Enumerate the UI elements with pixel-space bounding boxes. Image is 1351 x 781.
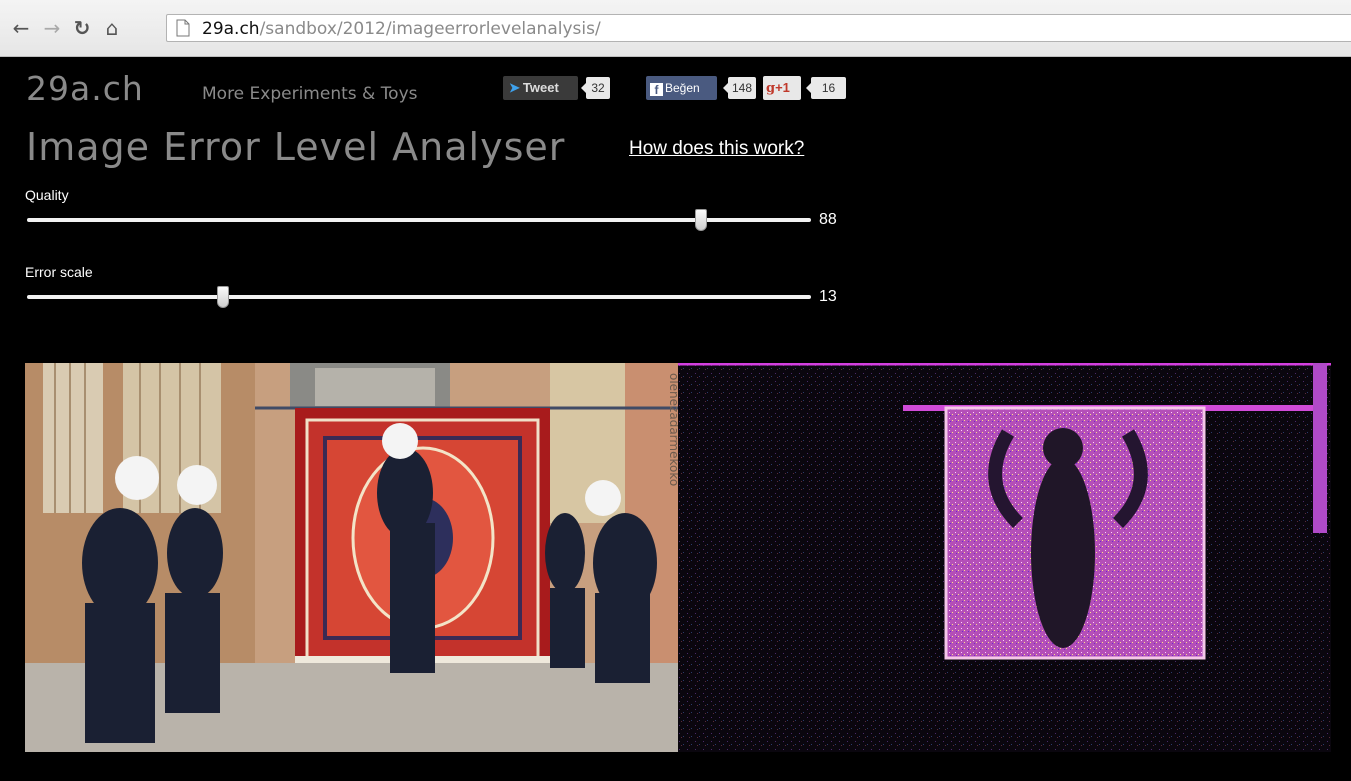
error-scale-value: 13 xyxy=(819,288,837,305)
facebook-icon: f xyxy=(650,83,663,97)
error-scale-label: Error scale xyxy=(25,264,93,280)
url-path: /sandbox/2012/imageerrorlevelanalysis/ xyxy=(259,19,601,39)
google-plus-icon: g xyxy=(766,81,776,96)
page-title: Image Error Level Analyser xyxy=(26,125,566,169)
back-arrow-icon[interactable]: ← xyxy=(9,16,33,40)
original-photo: olenezadarmekoko xyxy=(25,363,678,752)
ela-illustration xyxy=(678,363,1331,752)
forward-arrow-icon[interactable]: → xyxy=(40,16,64,40)
url-text[interactable]: 29a.ch/sandbox/2012/imageerrorlevelanaly… xyxy=(202,19,601,39)
twitter-bird-icon: ➤ xyxy=(509,80,520,95)
photo-watermark: olenezadarmekoko xyxy=(667,373,678,486)
quality-value: 88 xyxy=(819,211,837,228)
url-host: 29a.ch xyxy=(202,19,260,39)
quality-label: Quality xyxy=(25,187,69,203)
quality-slider[interactable] xyxy=(27,209,811,231)
how-does-this-work-link[interactable]: How does this work? xyxy=(629,138,804,160)
photo-illustration: olenezadarmekoko xyxy=(25,363,678,752)
gplus-label: +1 xyxy=(775,80,790,95)
tweet-count: 32 xyxy=(581,77,610,99)
address-bar[interactable]: 29a.ch/sandbox/2012/imageerrorlevelanaly… xyxy=(166,14,1351,42)
ela-result-image xyxy=(678,363,1331,752)
site-logo[interactable]: 29a.ch xyxy=(26,69,144,109)
page-icon xyxy=(176,19,190,37)
home-icon[interactable]: ⌂ xyxy=(100,16,124,40)
google-plus-button[interactable]: g+1 xyxy=(763,76,801,100)
error-scale-slider-thumb[interactable] xyxy=(217,286,229,308)
facebook-like-button[interactable]: f Beğen xyxy=(646,76,717,100)
site-tagline-link[interactable]: More Experiments & Toys xyxy=(202,84,418,104)
reload-icon[interactable]: ↻ xyxy=(70,16,94,40)
quality-slider-thumb[interactable] xyxy=(695,209,708,231)
gplus-count: 16 xyxy=(806,77,846,99)
error-scale-slider[interactable] xyxy=(27,286,811,308)
browser-toolbar: ← → ↻ ⌂ 29a.ch/sandbox/2012/imageerrorle… xyxy=(0,0,1351,57)
like-label: Beğen xyxy=(665,81,700,95)
like-count: 148 xyxy=(723,77,756,99)
tweet-label: Tweet xyxy=(522,80,559,95)
tweet-button[interactable]: ➤ Tweet xyxy=(503,76,578,100)
